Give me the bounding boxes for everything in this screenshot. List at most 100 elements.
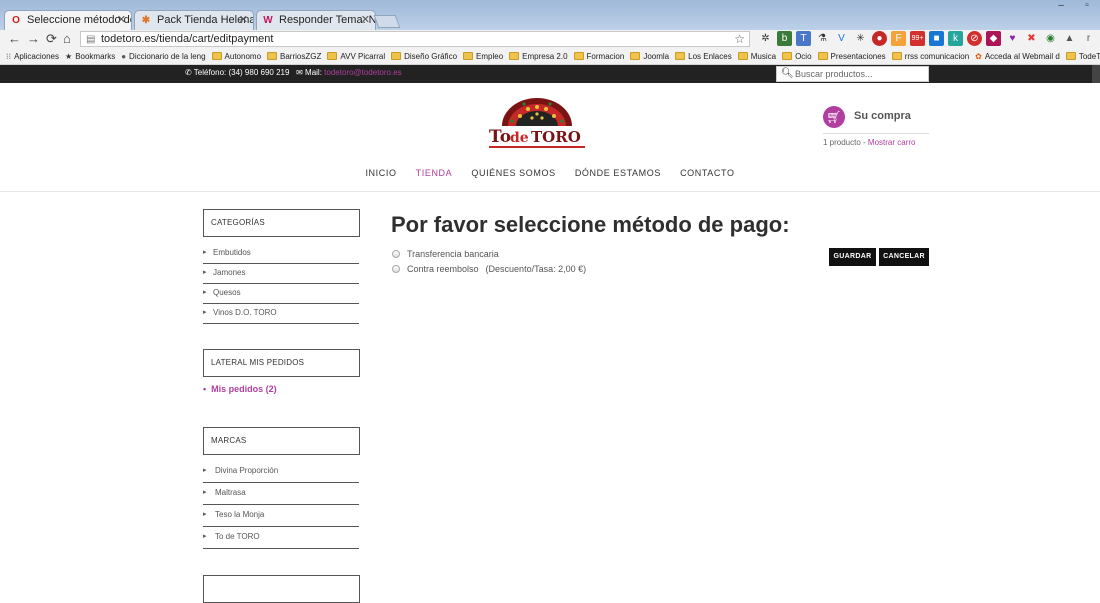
folder-icon [391, 52, 402, 60]
gem-extension-icon[interactable]: ◆ [986, 31, 1001, 46]
category-jamones[interactable]: Jamones [203, 264, 359, 284]
record-extension-icon[interactable]: ● [872, 31, 887, 46]
address-bar[interactable]: ▤ todetoro.es/tienda/cart/editpayment ☆ [80, 31, 750, 47]
forward-icon[interactable]: → [27, 32, 40, 46]
close-icon[interactable]: ✕ [239, 13, 248, 26]
bookmark-folder[interactable]: Joomla [630, 52, 669, 61]
category-quesos[interactable]: Quesos [203, 284, 359, 304]
puzzle-extension-icon[interactable]: ✳ [853, 31, 868, 46]
bookmark-folder[interactable]: Diseño Gráfico [391, 52, 457, 61]
bookmark-folder[interactable]: Ocio [782, 52, 812, 61]
product-search-input[interactable]: 🔍︎ Buscar productos... [776, 66, 929, 82]
close-icon[interactable]: ✕ [361, 13, 370, 26]
feed-extension-icon[interactable]: F [891, 31, 906, 46]
bookmark-folder[interactable]: AVV Picarral [327, 52, 385, 61]
bookmark-folder[interactable]: Autonomo [211, 52, 261, 61]
translate-extension-icon[interactable]: T [796, 31, 811, 46]
circle-extension-icon[interactable]: ◉ [1043, 31, 1058, 46]
save-button[interactable]: GUARDAR [829, 248, 876, 266]
mail-link[interactable]: todetoro@todetoro.es [324, 68, 402, 77]
extensions-bar: ✲ b T ⚗ V ✳ ● F 99+ ■ k ⊘ ◆ ♥ ✖ ◉ ▲ r ⌃ [758, 31, 1100, 46]
payment-option-transfer[interactable]: Transferencia bancaria [392, 249, 499, 259]
nav-inicio[interactable]: INICIO [365, 168, 396, 178]
r-extension-icon[interactable]: r [1081, 31, 1096, 46]
search-icon: 🔍︎ [781, 68, 794, 79]
folder-icon [737, 52, 748, 60]
bookmarks-bar: ⁝⁝ Aplicaciones ★ Bookmarks ● Diccionario d… [0, 48, 1100, 65]
reload-icon[interactable]: ⟳ [46, 32, 57, 46]
bookmark-apps[interactable]: ⁝⁝ Aplicaciones [6, 52, 59, 61]
payment-label-cod: Contra reembolso [407, 264, 479, 274]
k-extension-icon[interactable]: k [948, 31, 963, 46]
bookmark-folder[interactable]: BarriosZGZ [267, 52, 321, 61]
browser-tab-forum[interactable]: W Responder Tema: No se a ✕ [256, 10, 376, 30]
payment-label-transfer: Transferencia bancaria [407, 249, 499, 259]
back-icon[interactable]: ← [8, 32, 21, 46]
new-tab-button[interactable] [373, 15, 401, 28]
next-sidebar-box [203, 575, 360, 603]
heart-extension-icon[interactable]: ♥ [1005, 31, 1020, 46]
bookmark-folder[interactable]: TodeT [1065, 52, 1100, 61]
nav-divider [0, 191, 1100, 192]
nav-tienda[interactable]: TIENDA [416, 168, 453, 178]
nav-donde-estamos[interactable]: DÓNDE ESTAMOS [575, 168, 661, 178]
payment-option-cod[interactable]: Contra reembolso (Descuento/Tasa: 2,00 €… [392, 264, 586, 274]
bookmark-folder[interactable]: Presentaciones [817, 52, 886, 61]
my-orders-link[interactable]: Mis pedidos (2) [203, 384, 277, 394]
orders-title: LATERAL MIS PEDIDOS [203, 349, 360, 377]
bookmark-folder[interactable]: Formacion [573, 52, 624, 61]
cross-extension-icon[interactable]: ✖ [1024, 31, 1039, 46]
logo-text-de: de [510, 130, 529, 146]
category-embutidos[interactable]: Embutidos [203, 244, 359, 264]
bookmark-dictionary[interactable]: ● Diccionario de la leng [121, 52, 205, 61]
cart-count: 1 producto [823, 138, 861, 147]
show-cart-link[interactable]: Mostrar carro [868, 138, 916, 147]
home-icon[interactable]: ⌂ [63, 32, 71, 46]
folder-icon [782, 52, 793, 60]
bookmark-bookmarks[interactable]: ★ Bookmarks [65, 52, 115, 61]
bw-extension-icon[interactable]: b [777, 31, 792, 46]
brand-to-de-toro[interactable]: To de TORO [203, 527, 359, 549]
brand-maltrasa[interactable]: Maltrasa [203, 483, 359, 505]
brand-divina-proporcion[interactable]: Divina Proporción [203, 461, 359, 483]
browser-tab-pack[interactable]: ✱ Pack Tienda Helena - Adr ✕ [134, 10, 254, 30]
adblock-extension-icon[interactable]: ⊘ [967, 31, 982, 46]
phone-text: Teléfono: (34) 980 690 219 [193, 68, 290, 77]
nav-quienes-somos[interactable]: QUIÉNES SOMOS [471, 168, 555, 178]
folder-icon [463, 52, 474, 60]
browser-toolbar: ← → ⟳ ⌂ ▤ todetoro.es/tienda/cart/editpa… [0, 30, 1100, 48]
folder-icon [327, 52, 338, 60]
box-extension-icon[interactable]: ■ [929, 31, 944, 46]
bookmark-star-icon[interactable]: ☆ [734, 32, 745, 46]
eyedropper-extension-icon[interactable]: ⚗ [815, 31, 830, 46]
folder-icon [675, 52, 686, 60]
settings-extension-icon[interactable]: ✲ [758, 31, 773, 46]
bookmark-webmail[interactable]: ✿ Acceda al Webmail d [975, 52, 1060, 61]
maximize-icon[interactable]: ▫ [1074, 0, 1100, 14]
cancel-button[interactable]: CANCELAR [879, 248, 929, 266]
drive-extension-icon[interactable]: ▲ [1062, 31, 1077, 46]
bookmark-folder[interactable]: Los Enlaces [675, 52, 732, 61]
v-extension-icon[interactable]: V [834, 31, 849, 46]
nav-contacto[interactable]: CONTACTO [680, 168, 734, 178]
bookmark-folder[interactable]: Empleo [463, 52, 503, 61]
close-icon[interactable]: ✕ [117, 13, 126, 26]
payment-radio-transfer[interactable] [392, 250, 400, 258]
browser-tab-payment[interactable]: O Seleccione método de pa ✕ [4, 10, 132, 30]
bookmark-folder[interactable]: Empresa 2.0 [509, 52, 568, 61]
bookmark-folder[interactable]: rrss comunicacion [891, 52, 969, 61]
logo-text-to: To [489, 127, 511, 147]
webmail-icon: ✿ [975, 51, 982, 61]
w-icon: W [263, 15, 273, 26]
brands-title: MARCAS [203, 427, 360, 455]
category-vinos[interactable]: Vinos D.O. TORO [203, 304, 359, 324]
site-logo[interactable]: To de TORO [486, 96, 588, 152]
cart-icon[interactable]: 🛒︎ [823, 106, 845, 128]
apps-icon: ⁝⁝ [6, 51, 12, 61]
notifications-extension-icon[interactable]: 99+ [910, 31, 925, 46]
bookmark-folder[interactable]: Musica [737, 52, 776, 61]
brand-teso-la-monja[interactable]: Teso la Monja [203, 505, 359, 527]
cart-title[interactable]: Su compra [854, 110, 911, 122]
minimize-icon[interactable]: – [1048, 0, 1074, 14]
payment-radio-cod[interactable] [392, 265, 400, 273]
